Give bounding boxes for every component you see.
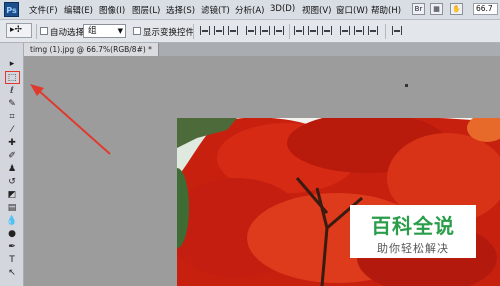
watermark-subtitle: 助你轻松解决	[377, 242, 449, 255]
type-icon[interactable]: T	[5, 254, 19, 266]
menu-layer[interactable]: 图层(L)	[132, 4, 160, 16]
document-image[interactable]	[177, 118, 500, 286]
menu-window[interactable]: 窗口(W)	[336, 4, 368, 16]
selected-tool-highlight	[5, 71, 20, 84]
menu-select[interactable]: 选择(S)	[166, 4, 195, 16]
menu-filter[interactable]: 滤镜(T)	[201, 4, 230, 16]
clone-stamp-icon[interactable]: ♟	[5, 163, 19, 175]
lasso-icon[interactable]: ℓ	[5, 85, 19, 97]
path-selection-icon[interactable]: ↖	[5, 267, 19, 279]
document-tab-bar: timg (1).jpg @ 66.7%(RGB/8#) *	[24, 43, 500, 56]
document-tab[interactable]: timg (1).jpg @ 66.7%(RGB/8#) *	[24, 43, 159, 56]
watermark-title: 百科全说	[371, 214, 455, 238]
menu-image[interactable]: 图像(I)	[99, 4, 125, 16]
move-tool-preset-picker[interactable]: ▸✢	[6, 23, 32, 38]
show-transform-checkbox[interactable]	[133, 27, 141, 35]
mini-bridge-icon[interactable]: ▦	[430, 3, 443, 15]
auto-select-dropdown[interactable]: 组 ▼	[83, 24, 126, 38]
dodge-icon[interactable]: ●	[5, 228, 19, 240]
auto-select-value: 组	[88, 26, 97, 36]
distribute-vcenter-icon[interactable]	[308, 26, 318, 35]
auto-select-label: 自动选择:	[50, 28, 87, 38]
distribute-top-icon[interactable]	[294, 26, 304, 35]
menu-bar: Ps 文件(F) 编辑(E) 图像(I) 图层(L) 选择(S) 滤镜(T) 分…	[0, 0, 500, 20]
zoom-level[interactable]: 66.7	[473, 3, 498, 15]
align-left-icon[interactable]	[246, 26, 256, 35]
show-transform-label: 显示变换控件	[143, 28, 195, 38]
distribute-right-icon[interactable]	[368, 26, 378, 35]
align-bottom-icon[interactable]	[228, 26, 238, 35]
auto-select-checkbox[interactable]	[40, 27, 48, 35]
brush-icon[interactable]: ✐	[5, 150, 19, 162]
divider	[385, 24, 386, 39]
pen-icon[interactable]: ✒	[5, 241, 19, 253]
divider	[36, 24, 37, 39]
menu-edit[interactable]: 编辑(E)	[64, 4, 93, 16]
quick-selection-icon[interactable]: ✎	[5, 98, 19, 110]
options-bar: ▸✢ 自动选择: 组 ▼ 显示变换控件	[0, 20, 500, 43]
bridge-icon[interactable]: Br	[412, 3, 425, 15]
distribute-left-icon[interactable]	[340, 26, 350, 35]
crop-icon[interactable]: ⌗	[5, 111, 19, 123]
menu-analysis[interactable]: 分析(A)	[235, 4, 264, 16]
align-top-icon[interactable]	[200, 26, 210, 35]
align-vcenter-icon[interactable]	[214, 26, 224, 35]
align-right-icon[interactable]	[274, 26, 284, 35]
menu-3d[interactable]: 3D(D)	[270, 4, 295, 14]
watermark-badge: 百科全说 助你轻松解决	[350, 205, 476, 258]
move-tool-icon[interactable]: ▸	[5, 58, 19, 70]
menu-file[interactable]: 文件(F)	[29, 4, 58, 16]
spot-healing-icon[interactable]: ✚	[5, 137, 19, 149]
chevron-down-icon: ▼	[117, 27, 123, 35]
menu-help[interactable]: 帮助(H)	[371, 4, 401, 16]
eyedropper-icon[interactable]: ⁄	[5, 124, 19, 136]
align-hcenter-icon[interactable]	[260, 26, 270, 35]
gradient-icon[interactable]: ▤	[5, 202, 19, 214]
menu-view[interactable]: 视图(V)	[302, 4, 331, 16]
auto-align-layers-icon[interactable]	[392, 26, 402, 35]
canvas-marker	[405, 84, 408, 87]
distribute-bottom-icon[interactable]	[322, 26, 332, 35]
divider	[289, 24, 290, 39]
history-brush-icon[interactable]: ↺	[5, 176, 19, 188]
distribute-hcenter-icon[interactable]	[354, 26, 364, 35]
maple-tree-photo	[177, 118, 500, 286]
hand-tool-icon[interactable]: ✋	[450, 3, 463, 15]
blur-icon[interactable]: 💧	[5, 215, 19, 227]
eraser-icon[interactable]: ◩	[5, 189, 19, 201]
divider	[193, 24, 194, 39]
photoshop-logo: Ps	[4, 2, 19, 17]
